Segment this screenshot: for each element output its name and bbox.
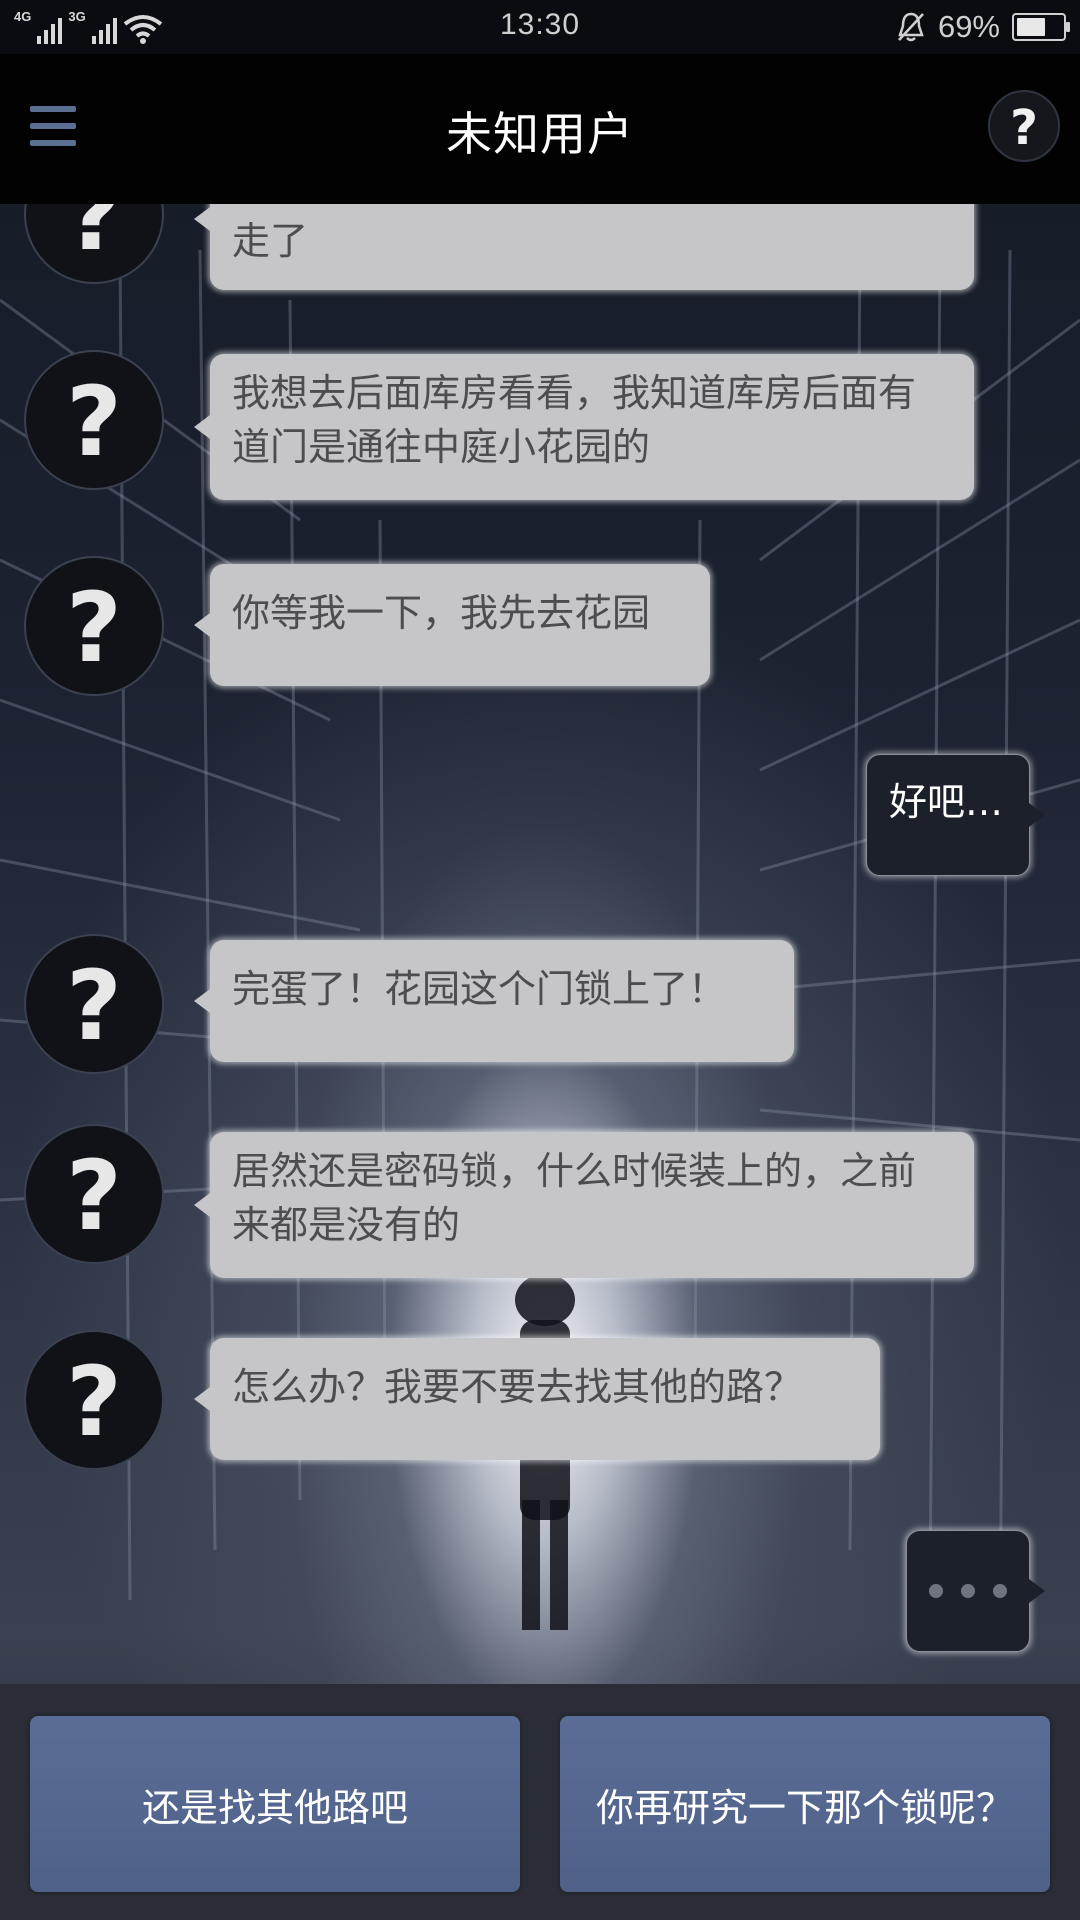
app-header: 未知用户 ?: [0, 54, 1080, 204]
typing-dots: [907, 1531, 1029, 1651]
contact-avatar: ?: [24, 204, 164, 284]
message-list[interactable]: ? 几个展厅我都找遍了，都没有，肯定是移走了 ? 我想去后面库房看看，我知道库房…: [0, 204, 1080, 1684]
typing-indicator: [906, 1530, 1045, 1652]
message-bubble-incoming: 我想去后面库房看看，我知道库房后面有道门是通往中庭小花园的: [194, 354, 974, 500]
contact-avatar: ?: [24, 556, 164, 696]
status-bar: 4G 3G 13:30 69%: [0, 0, 1080, 54]
message-bubble-incoming: 几个展厅我都找遍了，都没有，肯定是移走了: [194, 204, 974, 290]
contact-avatar: ?: [24, 1124, 164, 1264]
battery-level-fill: [1017, 18, 1045, 36]
reply-choices: 还是找其他路吧 你再研究一下那个锁呢？: [0, 1684, 1080, 1920]
contact-avatar: ?: [24, 350, 164, 490]
page-title: 未知用户: [446, 107, 634, 161]
choice-button-1[interactable]: 还是找其他路吧: [30, 1716, 520, 1892]
message-bubble-incoming: 完蛋了！花园这个门锁上了！: [194, 940, 794, 1062]
contact-avatar: ?: [24, 934, 164, 1074]
chat-screen: 4G 3G 13:30 69% 未知用户 ? ? 走了 ? 我想去后面库房看看，…: [0, 0, 1080, 1920]
message-bubble-incoming: 你等我一下，我先去花园: [194, 564, 710, 686]
help-button[interactable]: ?: [988, 90, 1060, 162]
battery-icon: [1012, 13, 1070, 41]
message-bubble-incoming: 居然还是密码锁，什么时候装上的，之前来都是没有的: [194, 1132, 974, 1278]
message-bubble-outgoing: 好吧…: [866, 754, 1045, 876]
battery-percent: 69%: [937, 9, 1000, 44]
message-bubble-incoming: 怎么办？我要不要去找其他的路？: [194, 1338, 880, 1460]
contact-avatar: ?: [24, 1330, 164, 1470]
status-right-group: 69%: [896, 9, 1070, 45]
bell-muted-icon: [898, 12, 924, 42]
choice-button-2[interactable]: 你再研究一下那个锁呢？: [560, 1716, 1050, 1892]
